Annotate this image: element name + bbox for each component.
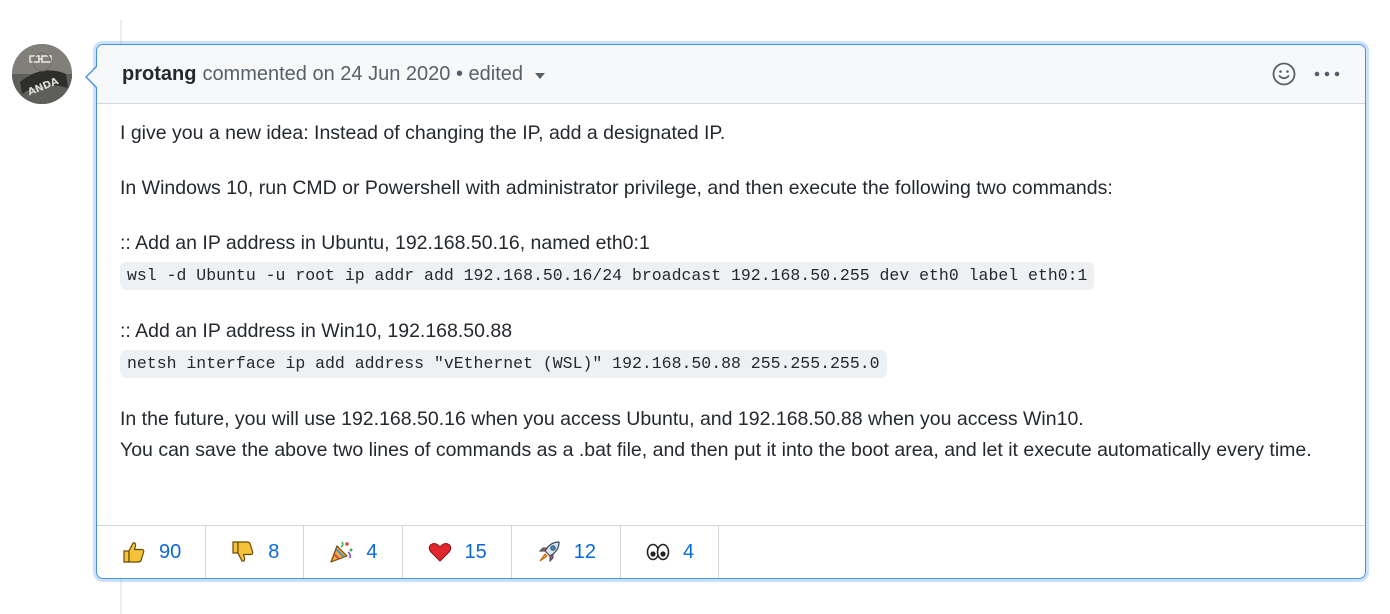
body-paragraph: I give you a new idea: Instead of changi… [120,122,726,144]
code-snippet: netsh interface ip add address "vEtherne… [120,350,887,378]
reaction-thumbs-down[interactable]: 8 [206,526,305,578]
rocket-icon [536,539,562,565]
reaction-count: 90 [159,540,182,563]
author-link[interactable]: protang [122,63,196,86]
reaction-rocket[interactable]: 12 [512,526,621,578]
reaction-count: 8 [268,540,280,563]
author-avatar[interactable]: ANDA [12,44,72,104]
thumbs-down-icon [230,539,256,565]
more-options-button[interactable] [1313,61,1341,87]
comment-meta: commented on 24 Jun 2020 • edited [202,62,523,85]
reaction-count: 4 [683,540,695,563]
reaction-hooray[interactable]: 4 [304,526,403,578]
reaction-eyes[interactable]: 4 [621,526,720,578]
reaction-count: 12 [573,540,596,563]
step-label: :: Add an IP address in Win10, 192.168.5… [120,320,513,342]
comment-header: protang commented on 24 Jun 2020 • edite… [97,45,1365,104]
smiley-icon [1272,62,1296,86]
reaction-thumbs-up[interactable]: 90 [97,526,207,578]
heart-icon [427,539,453,565]
add-reaction-button[interactable] [1271,61,1297,87]
avatar-image: ANDA [12,44,72,104]
header-actions [1271,45,1341,103]
comment-body: I give you a new idea: Instead of changi… [97,104,1365,466]
eyes-icon [645,539,671,565]
reactions-bar: 90 8 4 15 12 4 [97,525,1365,578]
comment-card: protang commented on 24 Jun 2020 • edite… [85,44,1366,579]
thumbs-up-icon [121,539,147,565]
code-snippet: wsl -d Ubuntu -u root ip addr add 192.16… [120,262,1095,290]
body-paragraph: In the future, you will use 192.168.50.1… [120,404,1340,466]
reaction-heart[interactable]: 15 [403,526,512,578]
body-line: In the future, you will use 192.168.50.1… [120,408,1084,430]
body-paragraph: In Windows 10, run CMD or Powershell wit… [120,177,1113,199]
reaction-count: 4 [366,540,378,563]
kebab-horizontal-icon [1314,71,1340,77]
party-popper-icon [328,539,354,565]
step-label: :: Add an IP address in Ubuntu, 192.168.… [120,232,650,254]
reaction-count: 15 [464,540,487,563]
edited-dropdown-caret[interactable] [535,73,545,79]
body-line: You can save the above two lines of comm… [120,439,1312,461]
